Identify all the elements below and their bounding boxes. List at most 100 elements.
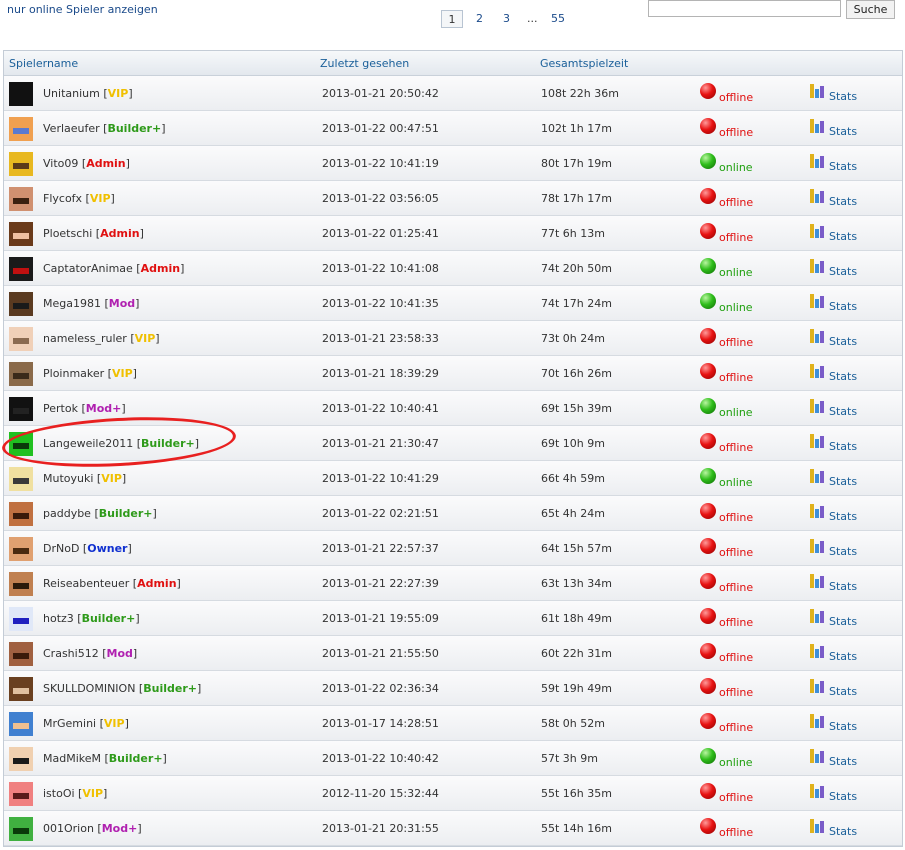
- stats-link[interactable]: Stats: [810, 119, 857, 138]
- table-row: CaptatorAnimae [Admin] 2013-01-22 10:41:0…: [4, 251, 902, 286]
- stats-link[interactable]: Stats: [810, 154, 857, 173]
- player-avatar[interactable]: [9, 537, 33, 561]
- player-avatar[interactable]: [9, 747, 33, 771]
- table-header: Spielername Zuletzt gesehen Gesamtspielz…: [4, 51, 902, 76]
- playtime-cell: 55t 14h 16m: [541, 822, 612, 835]
- player-name-link[interactable]: Ploetschi: [43, 227, 92, 240]
- stats-link[interactable]: Stats: [810, 574, 857, 593]
- player-avatar[interactable]: [9, 782, 33, 806]
- stats-link[interactable]: Stats: [810, 364, 857, 383]
- player-avatar[interactable]: [9, 327, 33, 351]
- player-name-link[interactable]: Mutoyuki: [43, 472, 93, 485]
- stats-link[interactable]: Stats: [810, 259, 857, 278]
- player-avatar[interactable]: [9, 397, 33, 421]
- bar-chart-icon: [810, 504, 826, 518]
- player-name-link[interactable]: 001Orion: [43, 822, 94, 835]
- stats-link[interactable]: Stats: [810, 84, 857, 103]
- status-label: online: [719, 161, 753, 174]
- player-name-link[interactable]: Mega1981: [43, 297, 101, 310]
- column-last-seen[interactable]: Zuletzt gesehen: [320, 57, 409, 70]
- status-label: offline: [719, 546, 754, 559]
- player-name-cell: Unitanium [VIP]: [43, 87, 133, 100]
- player-avatar[interactable]: [9, 292, 33, 316]
- player-avatar[interactable]: [9, 117, 33, 141]
- status-cell: online: [700, 293, 753, 314]
- stats-link[interactable]: Stats: [810, 539, 857, 558]
- player-avatar[interactable]: [9, 817, 33, 841]
- stats-link[interactable]: Stats: [810, 469, 857, 488]
- stats-link[interactable]: Stats: [810, 329, 857, 348]
- player-avatar[interactable]: [9, 467, 33, 491]
- status-label: offline: [719, 651, 754, 664]
- player-name-link[interactable]: MadMikeM: [43, 752, 101, 765]
- player-avatar[interactable]: [9, 677, 33, 701]
- avatar-face: [13, 163, 29, 169]
- player-rank-badge: Mod: [106, 647, 133, 660]
- player-avatar[interactable]: [9, 642, 33, 666]
- player-avatar[interactable]: [9, 257, 33, 281]
- player-name-link[interactable]: Vito09: [43, 157, 78, 170]
- player-name-link[interactable]: Flycofx: [43, 192, 82, 205]
- player-name-link[interactable]: MrGemini: [43, 717, 96, 730]
- playtime-cell: 55t 16h 35m: [541, 787, 612, 800]
- stats-link[interactable]: Stats: [810, 784, 857, 803]
- status-cell: offline: [700, 328, 753, 349]
- stats-label: Stats: [829, 160, 858, 173]
- player-avatar[interactable]: [9, 572, 33, 596]
- stats-label: Stats: [829, 755, 858, 768]
- stats-label: Stats: [829, 335, 858, 348]
- player-avatar[interactable]: [9, 152, 33, 176]
- search-input[interactable]: [648, 0, 841, 17]
- online-filter-link[interactable]: nur online Spieler anzeigen: [7, 3, 158, 16]
- stats-link[interactable]: Stats: [810, 819, 857, 838]
- table-row: Flycofx [VIP] 2013-01-22 03:56:05 78t 17h …: [4, 181, 902, 216]
- stats-link[interactable]: Stats: [810, 294, 857, 313]
- page-link-2[interactable]: 2: [476, 10, 483, 28]
- player-name-link[interactable]: paddybe: [43, 507, 91, 520]
- player-name-link[interactable]: Reiseabenteuer: [43, 577, 129, 590]
- page-link-3[interactable]: 3: [503, 10, 510, 28]
- player-avatar[interactable]: [9, 362, 33, 386]
- player-name-link[interactable]: DrNoD: [43, 542, 79, 555]
- player-name-link[interactable]: Pertok: [43, 402, 78, 415]
- stats-link[interactable]: Stats: [810, 609, 857, 628]
- stats-link[interactable]: Stats: [810, 749, 857, 768]
- search-button[interactable]: Suche: [846, 0, 895, 19]
- player-name-link[interactable]: nameless_ruler: [43, 332, 127, 345]
- player-name-link[interactable]: istoOi: [43, 787, 75, 800]
- column-player-name[interactable]: Spielername: [9, 57, 78, 70]
- avatar-face: [13, 478, 29, 484]
- player-name-link[interactable]: SKULLDOMINION: [43, 682, 135, 695]
- stats-link[interactable]: Stats: [810, 504, 857, 523]
- table-row: Mutoyuki [VIP] 2013-01-22 10:41:29 66t 4h …: [4, 461, 902, 496]
- stats-link[interactable]: Stats: [810, 679, 857, 698]
- bar-chart-icon: [810, 574, 826, 588]
- player-avatar[interactable]: [9, 712, 33, 736]
- player-avatar[interactable]: [9, 82, 33, 106]
- player-avatar[interactable]: [9, 607, 33, 631]
- player-avatar[interactable]: [9, 502, 33, 526]
- stats-link[interactable]: Stats: [810, 644, 857, 663]
- offline-status-icon: [700, 433, 716, 449]
- player-name-link[interactable]: Verlaeufer: [43, 122, 100, 135]
- stats-link[interactable]: Stats: [810, 399, 857, 418]
- stats-label: Stats: [829, 825, 858, 838]
- player-name-link[interactable]: Unitanium: [43, 87, 100, 100]
- status-cell: offline: [700, 818, 753, 839]
- stats-link[interactable]: Stats: [810, 189, 857, 208]
- player-name-link[interactable]: hotz3: [43, 612, 74, 625]
- player-avatar[interactable]: [9, 187, 33, 211]
- stats-link[interactable]: Stats: [810, 224, 857, 243]
- stats-link[interactable]: Stats: [810, 434, 857, 453]
- player-name-link[interactable]: Ploinmaker: [43, 367, 104, 380]
- page-link-last[interactable]: 55: [551, 10, 565, 28]
- stats-link[interactable]: Stats: [810, 714, 857, 733]
- playtime-cell: 66t 4h 59m: [541, 472, 605, 485]
- player-name-link[interactable]: Crashi512: [43, 647, 99, 660]
- status-cell: offline: [700, 363, 753, 384]
- status-label: online: [719, 756, 753, 769]
- player-avatar[interactable]: [9, 222, 33, 246]
- offline-status-icon: [700, 118, 716, 134]
- player-name-link[interactable]: CaptatorAnimae: [43, 262, 133, 275]
- column-playtime[interactable]: Gesamtspielzeit: [540, 57, 628, 70]
